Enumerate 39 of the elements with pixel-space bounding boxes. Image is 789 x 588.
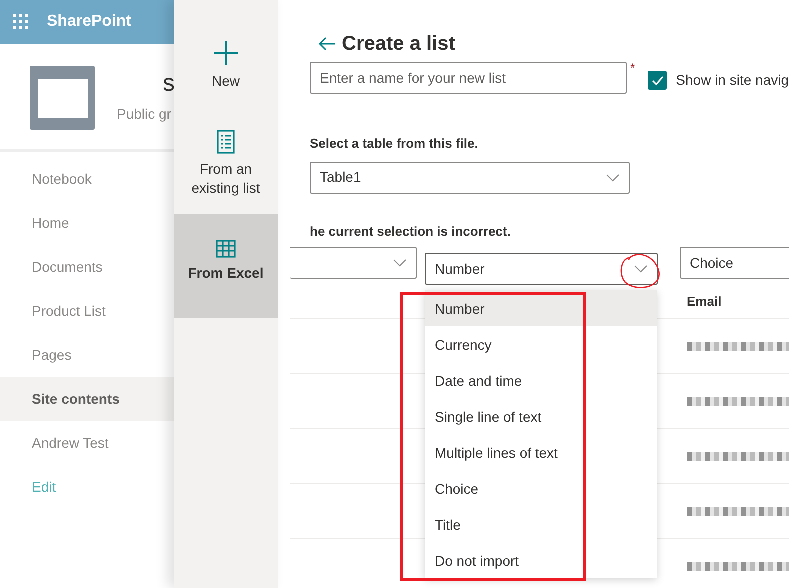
menu-item[interactable]: Do not import	[425, 542, 657, 578]
column-type-select[interactable]: Number	[425, 253, 658, 285]
chevron-icon	[393, 259, 407, 267]
menu-item[interactable]: Multiple lines of text	[425, 434, 657, 470]
checkbox-label: Show in site navig	[676, 71, 789, 90]
nav-link[interactable]: Site contents	[0, 377, 174, 421]
list-name-field[interactable]: Enter a name for your new list	[310, 62, 628, 94]
chevron-icon	[634, 265, 648, 273]
checkbox[interactable]	[648, 71, 668, 90]
app-launcher-icon[interactable]	[13, 14, 29, 30]
menu-item[interactable]: Single line of text	[425, 398, 657, 434]
chevron-icon	[606, 174, 620, 182]
field-label: Select a table from this file.	[310, 135, 480, 153]
column-header: Email	[687, 292, 722, 311]
required-mark: *	[630, 62, 636, 74]
site-name[interactable]: s	[163, 66, 174, 102]
create-option-tab[interactable]: New	[174, 0, 278, 124]
table-select[interactable]: Table1	[310, 162, 630, 194]
nav-link[interactable]: Andrew Test	[0, 421, 174, 465]
site-logo	[30, 66, 95, 130]
nav-link[interactable]: Notebook	[0, 157, 174, 201]
create-option-tab[interactable]: From an existing list	[174, 124, 278, 214]
nav-link[interactable]: Pages	[0, 333, 174, 377]
nav-link[interactable]: Product List	[0, 289, 174, 333]
menu-item[interactable]: Choice	[425, 470, 657, 506]
panel-title: Create a list	[342, 32, 456, 56]
nav-link[interactable]: Home	[0, 201, 174, 245]
menu-item[interactable]: Number	[425, 290, 657, 326]
column-type-select[interactable]	[290, 247, 417, 279]
back-arrow-icon[interactable]	[318, 37, 336, 51]
menu-item[interactable]: Title	[425, 506, 657, 542]
nav-link[interactable]: Documents	[0, 245, 174, 289]
menu-item[interactable]: Date and time	[425, 362, 657, 398]
check-icon	[652, 76, 664, 86]
menu-item[interactable]: Currency	[425, 326, 657, 362]
column-type-select[interactable]: Choice	[680, 247, 789, 279]
selection-message: he current selection is incorrect.	[310, 222, 512, 240]
create-option-tab[interactable]: From Excel	[174, 214, 278, 318]
site-subtitle: Public gr	[117, 105, 172, 124]
